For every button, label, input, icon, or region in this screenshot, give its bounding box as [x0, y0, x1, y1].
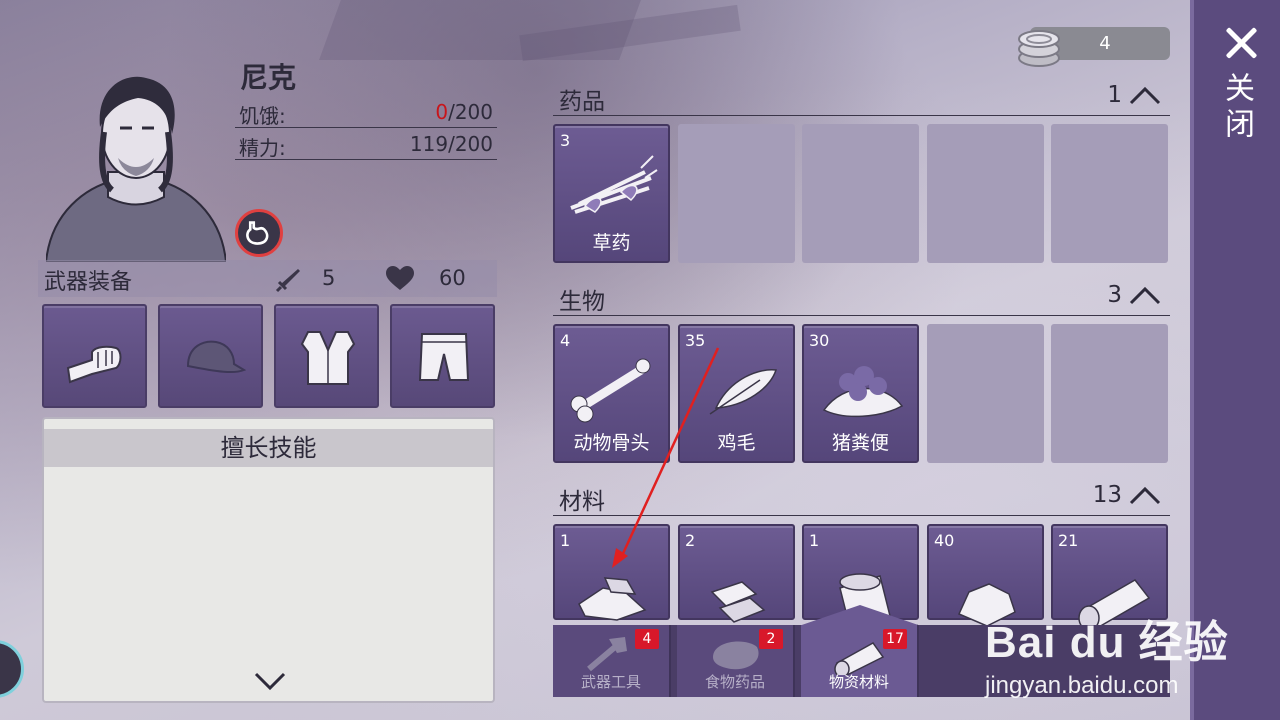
tab-label: 物资材料 [828, 673, 889, 691]
tab-weapons-tools[interactable]: 4 武器工具 [553, 625, 671, 697]
tab-badge: 17 [883, 629, 907, 649]
vest-icon [300, 331, 356, 385]
energy-value: 119/200 [409, 132, 493, 156]
shorts-icon [418, 333, 470, 381]
bone-icon [570, 358, 651, 423]
cloth-scraps-icon [578, 577, 647, 621]
chevron-up-icon[interactable] [1128, 484, 1162, 506]
equip-slot-body[interactable] [274, 304, 379, 408]
item-slot-bone[interactable]: 4 动物骨头 [553, 324, 670, 463]
item-label: 鸡毛 [717, 432, 756, 454]
watermark: Bai du 经验 jingyan.baidu.com [985, 606, 1229, 700]
close-icon[interactable] [1224, 26, 1258, 60]
item-slot-empty [802, 124, 919, 263]
health-value: 60 [439, 266, 466, 290]
section-title: 生物 [559, 289, 605, 315]
item-slot-empty [927, 324, 1044, 463]
chevron-down-icon[interactable] [254, 671, 286, 691]
tools-icon [587, 637, 627, 672]
meat-icon [713, 641, 759, 670]
fist-icon [66, 345, 122, 384]
item-slot-empty [678, 124, 795, 263]
item-label: 动物骨头 [573, 432, 650, 454]
feather-icon [709, 369, 778, 415]
watermark-url: jingyan.baidu.com [985, 672, 1179, 699]
section-count: 1 [1107, 82, 1122, 108]
hunger-label: 饥饿: [239, 104, 286, 128]
tab-label: 食物药品 [704, 673, 765, 691]
character-name: 尼克 [240, 61, 297, 94]
section-count: 13 [1092, 482, 1122, 508]
log-icon [834, 642, 885, 675]
item-slot-dung[interactable]: 30 猪粪便 [802, 324, 919, 463]
section-materials: 材料 13 [553, 480, 1170, 516]
item-slot-herb[interactable]: 3 草药 [553, 124, 670, 263]
item-label: 草药 [592, 232, 631, 254]
chevron-up-icon[interactable] [1128, 84, 1162, 106]
stomach-icon[interactable] [235, 209, 283, 257]
heart-icon [386, 266, 414, 290]
hunger-stat: 饥饿: 0/200 [235, 98, 497, 128]
equip-slot-weapon[interactable] [42, 304, 147, 408]
section-medicine: 药品 1 [553, 80, 1170, 116]
equip-slot-legs[interactable] [390, 304, 495, 408]
metal-ingot-icon [710, 581, 766, 623]
skills-title: 擅长技能 [44, 429, 493, 467]
tab-badge: 2 [759, 629, 783, 649]
currency-amount: 4 [1099, 33, 1111, 54]
character-portrait [46, 76, 226, 262]
hunger-current: 0 [435, 100, 449, 124]
equip-slot-head[interactable] [158, 304, 263, 408]
hunger-value: 0/200 [435, 100, 493, 124]
energy-stat: 精力: 119/200 [235, 130, 497, 160]
tab-food-medicine[interactable]: 2 食物药品 [677, 625, 795, 697]
tab-label: 武器工具 [580, 673, 641, 691]
item-slot-feather[interactable]: 35 鸡毛 [678, 324, 795, 463]
herb-icon [570, 155, 658, 214]
skills-panel: 擅长技能 [42, 417, 495, 703]
section-title: 材料 [559, 489, 605, 515]
item-slot-empty [1051, 124, 1168, 263]
sword-icon [275, 269, 300, 293]
tab-badge: 4 [635, 629, 659, 649]
section-count: 3 [1107, 282, 1122, 308]
section-creatures: 生物 3 [553, 280, 1170, 316]
section-title: 药品 [559, 89, 605, 115]
watermark-logo: Bai du 经验 [985, 618, 1229, 667]
item-slot-cloth[interactable]: 1 [553, 524, 670, 621]
equipment-title: 武器装备 [44, 270, 133, 295]
coin-stack-icon [1018, 30, 1060, 67]
hunger-max: /200 [448, 100, 493, 124]
energy-label: 精力: [239, 136, 286, 160]
cap-icon [186, 340, 246, 374]
dung-icon [822, 366, 904, 418]
equipment-header: 武器装备 5 60 [38, 260, 497, 297]
chevron-up-icon[interactable] [1128, 284, 1162, 306]
item-slot-empty [1051, 324, 1168, 463]
item-slot-empty [927, 124, 1044, 263]
item-label: 猪粪便 [831, 432, 889, 454]
item-slot-ingot[interactable]: 2 [678, 524, 795, 623]
attack-value: 5 [322, 266, 336, 290]
close-button-label[interactable]: 关闭 [1218, 72, 1258, 144]
